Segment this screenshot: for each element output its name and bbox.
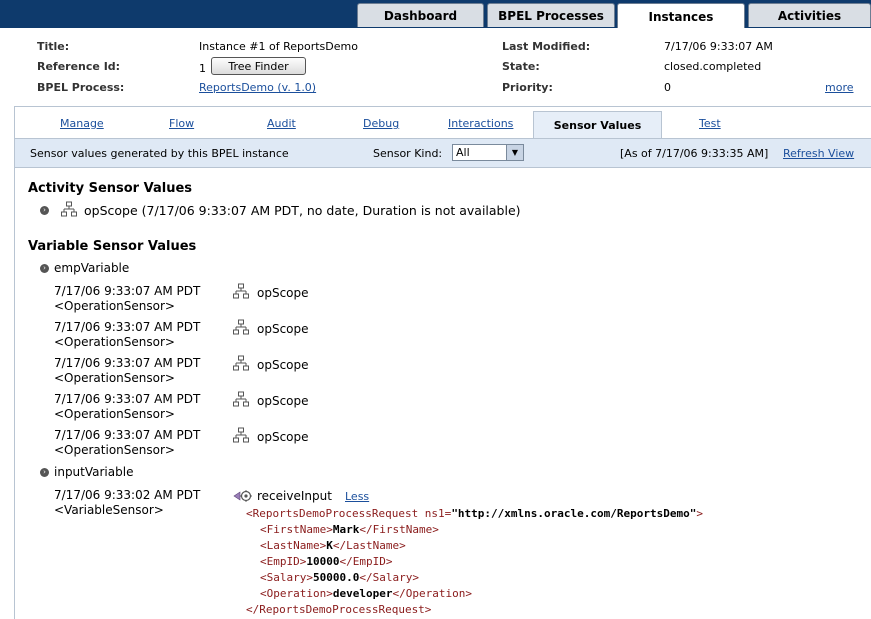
tree-finder-button[interactable]: Tree Finder [211,57,306,75]
bpel-process-label: BPEL Process: [37,81,125,94]
top-nav-bar: Dashboard BPEL Processes Instances Activ… [0,0,871,29]
tab-flow[interactable]: Flow [169,117,194,130]
sensor-row-type: <OperationSensor> [54,299,175,313]
sensor-row-time: 7/17/06 9:33:07 AM PDT [54,320,201,334]
bpel-process-link[interactable]: ReportsDemo (v. 1.0) [199,81,316,94]
as-of-timestamp: [As of 7/17/06 9:33:35 AM] [620,147,769,160]
expand-icon[interactable]: › [40,264,49,273]
last-modified-label: Last Modified: [502,40,591,53]
reference-id-label: Reference Id: [37,60,121,73]
receive-input-label: receiveInput [257,489,332,503]
tab-interactions[interactable]: Interactions [448,117,513,130]
sensor-kind-value: All [456,146,470,159]
activity-sensor-heading: Activity Sensor Values [28,181,193,196]
input-variable-label: inputVariable [54,465,134,479]
scope-icon [233,319,249,335]
title-label: Title: [37,40,70,53]
emp-variable-label: empVariable [54,261,130,275]
receive-icon [233,490,252,502]
sensor-row-time: 7/17/06 9:33:07 AM PDT [54,284,201,298]
expand-icon[interactable]: › [40,468,49,477]
chevron-down-icon[interactable]: ▼ [506,145,523,160]
sensor-row-type: <OperationSensor> [54,407,175,421]
input-row-type: <VariableSensor> [54,503,164,517]
scope-icon [61,201,77,217]
scope-icon [233,355,249,371]
scope-icon [233,391,249,407]
sensor-row-scope: opScope [257,322,309,336]
sensor-row-scope: opScope [257,394,309,408]
sensor-row-scope: opScope [257,430,309,444]
sensor-info-bar: Sensor values generated by this BPEL ins… [15,138,871,168]
variable-sensor-heading: Variable Sensor Values [28,239,197,254]
xml-line-empid: <EmpID>10000</EmpID> [260,555,393,568]
sensor-row-type: <OperationSensor> [54,335,175,349]
tab-audit[interactable]: Audit [267,117,296,130]
state-label: State: [502,60,540,73]
sensor-row-time: 7/17/06 9:33:07 AM PDT [54,428,201,442]
more-link[interactable]: more [825,81,854,94]
title-value: Instance #1 of ReportsDemo [199,40,358,53]
sensor-row-scope: opScope [257,286,309,300]
input-row-time: 7/17/06 9:33:02 AM PDT [54,488,201,502]
xml-line-operation: <Operation>developer</Operation> [260,587,472,600]
sensor-row-time: 7/17/06 9:33:07 AM PDT [54,392,201,406]
xml-line-lastname: <LastName>K</LastName> [260,539,406,552]
less-link[interactable]: Less [345,490,369,503]
state-value: closed.completed [664,60,762,73]
sensor-kind-select[interactable]: All ▼ [452,144,524,161]
tab-instances[interactable]: Instances [617,3,745,29]
tab-manage[interactable]: Manage [60,117,104,130]
sensor-row-type: <OperationSensor> [54,371,175,385]
xml-line-firstname: <FirstName>Mark</FirstName> [260,523,439,536]
xml-line-salary: <Salary>50000.0</Salary> [260,571,419,584]
sensor-description: Sensor values generated by this BPEL ins… [30,147,289,160]
activity-sensor-item: opScope (7/17/06 9:33:07 AM PDT, no date… [84,203,521,218]
priority-label: Priority: [502,81,553,94]
sensor-kind-label: Sensor Kind: [373,147,443,160]
tab-sensor-values[interactable]: Sensor Values [533,111,662,139]
tab-test[interactable]: Test [699,117,721,130]
instance-header: Title: Instance #1 of ReportsDemo Refere… [0,28,871,104]
sensor-row-time: 7/17/06 9:33:07 AM PDT [54,356,201,370]
tab-bpel-processes[interactable]: BPEL Processes [487,3,615,27]
tab-debug[interactable]: Debug [363,117,399,130]
sub-tab-bar: Manage Flow Audit Debug Interactions Sen… [15,111,871,139]
sensor-row-type: <OperationSensor> [54,443,175,457]
scope-icon [233,427,249,443]
priority-value: 0 [664,81,671,94]
refresh-view-link[interactable]: Refresh View [783,147,854,160]
sensor-row-scope: opScope [257,358,309,372]
xml-line-root-close: </ReportsDemoProcessRequest> [246,603,432,616]
reference-id-value: 1 [199,62,206,75]
tab-activities[interactable]: Activities [748,3,871,27]
expand-icon[interactable]: › [40,206,49,215]
last-modified-value: 7/17/06 9:33:07 AM [664,40,773,53]
scope-icon [233,283,249,299]
tab-dashboard[interactable]: Dashboard [357,3,484,27]
xml-line-root-open: <ReportsDemoProcessRequest ns1="http://x… [246,507,703,520]
